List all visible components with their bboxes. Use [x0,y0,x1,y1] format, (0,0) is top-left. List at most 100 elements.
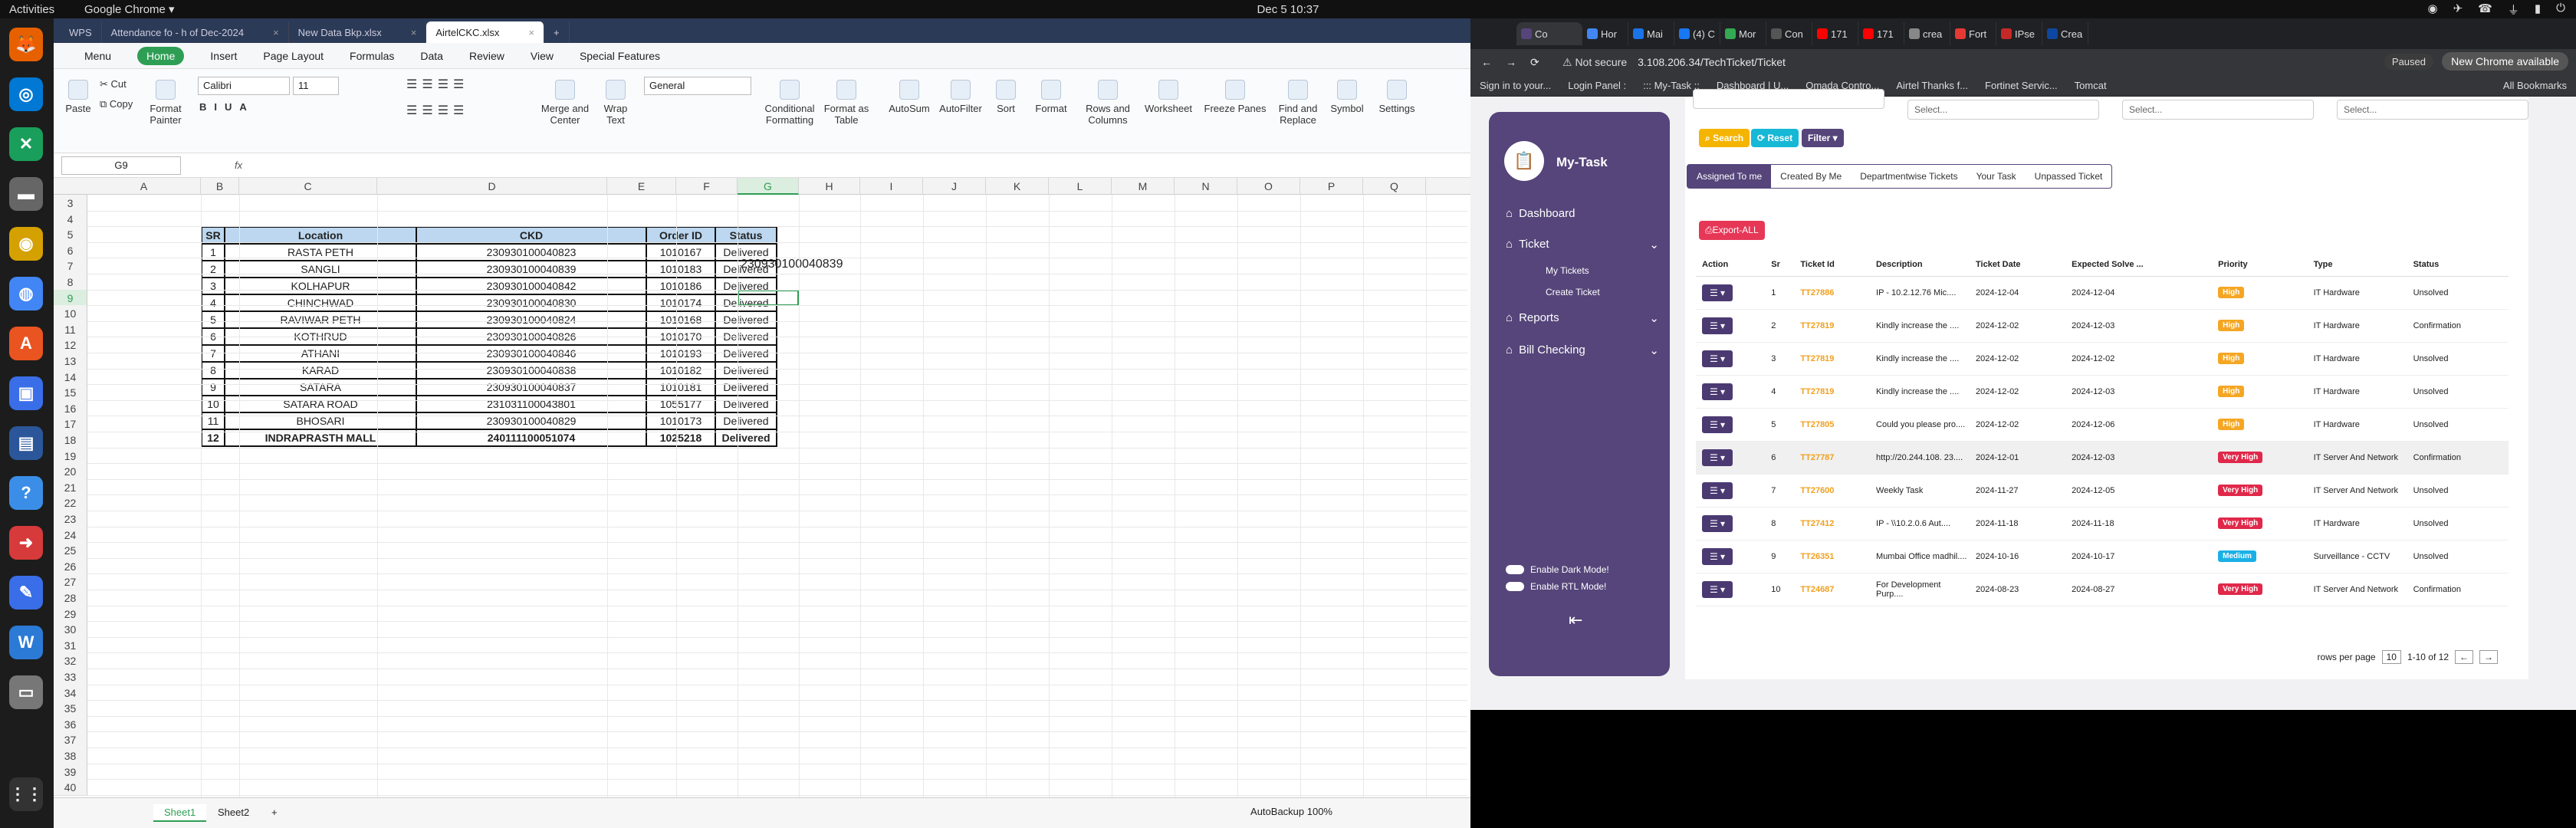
activities-button[interactable]: Activities [9,3,54,16]
dock-app-icon[interactable]: ▣ [9,376,43,410]
menu-home[interactable]: Home [137,46,185,65]
nav-buttons[interactable]: ←→⟳ [1481,56,1553,69]
row-header[interactable]: 34 [54,684,87,702]
spreadsheet-grid[interactable]: ABCDEFGHIJKLMNOPQ SR Location CKD Order ID S… [54,178,1470,797]
menu-icon[interactable]: ☰ ▾ [1702,317,1733,334]
autofilter-button[interactable]: AutoFilter [935,80,986,114]
row-header[interactable]: 4 [54,210,87,228]
chrome-tab[interactable]: 171 [1858,22,1904,45]
action-cell[interactable]: ☰ ▾ [1696,342,1766,376]
rtl-mode-toggle[interactable]: Enable RTL Mode! [1506,581,1606,592]
menu-icon[interactable]: ☰ ▾ [1702,547,1733,565]
action-cell[interactable]: ☰ ▾ [1696,408,1766,442]
dock-app-icon[interactable]: W [9,626,43,659]
ticket-row[interactable]: ☰ ▾ 2 TT27819 Kindly increase the .... 2024-… [1696,309,2509,343]
dock-app-icon[interactable]: ▬ [9,177,43,211]
table-cell[interactable]: 230930100040830 [416,294,647,313]
row-header[interactable]: 26 [54,557,87,575]
copy-button[interactable]: ⧉ Copy [100,98,133,110]
column-header[interactable]: N [1175,178,1237,195]
row-header[interactable]: 29 [54,605,87,623]
table-cell[interactable]: 1010182 [646,361,716,380]
dock-app-icon[interactable]: ◎ [9,77,43,111]
tray-icon[interactable]: ⏚ [2508,2,2519,18]
column-header[interactable]: H [799,178,860,195]
next-page-button[interactable]: → [2479,650,2498,664]
menu-icon[interactable]: ☰ ▾ [1702,449,1733,466]
system-tray[interactable]: ◉ ✈ ☎ ⏚ ▮ ⏻ [2427,2,2565,18]
row-header[interactable]: 19 [54,447,87,465]
column-header[interactable]: G [738,178,799,195]
menu-menu[interactable]: Menu [84,50,111,62]
row-header[interactable]: 7 [54,258,87,275]
ticket-id-link[interactable]: TT27819 [1794,342,1871,376]
nav-dashboard[interactable]: ⌂ Dashboard [1506,207,1575,220]
table-row[interactable]: 9 SATARA 230930100040837 1010181 Delivered [201,378,777,397]
menu-formulas[interactable]: Formulas [350,50,394,62]
ticket-tab[interactable]: Your Task [1967,165,2026,188]
dock-app-icon[interactable]: A [9,327,43,360]
format-as-table-button[interactable]: Format as Table [822,80,871,126]
nav-my-tickets[interactable]: My Tickets [1546,265,1589,276]
tray-icon[interactable]: ✈ [2453,2,2463,18]
filter-select-3[interactable]: Select... [2337,100,2528,120]
clock[interactable]: Dec 5 10:37 [1227,3,1349,16]
row-header[interactable]: 6 [54,242,87,259]
sort-button[interactable]: Sort [991,80,1021,114]
table-row[interactable]: 2 SANGLI 230930100040839 1010183 Delivered [201,260,777,279]
filter-select-2[interactable]: Select... [2122,100,2314,120]
column-header[interactable]: E [607,178,676,195]
find-replace-button[interactable]: Find and Replace [1273,80,1323,126]
font-style-buttons[interactable]: BIUA [199,101,255,113]
table-cell[interactable]: ATHANI [224,344,417,363]
dock-app-icon[interactable]: ▤ [9,426,43,460]
action-cell[interactable]: ☰ ▾ [1696,441,1766,475]
row-header[interactable]: 17 [54,416,87,433]
ticket-row[interactable]: ☰ ▾ 8 TT27412 IP - \\10.2.0.6 Aut.... 2024-1… [1696,507,2509,540]
ticket-tab[interactable]: Assigned To me [1687,165,1772,188]
row-header[interactable]: 23 [54,511,87,527]
ticket-row[interactable]: ☰ ▾ 7 TT27600 Weekly Task 2024-11-27 2024-12-… [1696,474,2509,508]
table-row[interactable]: 4 CHINCHWAD 230930100040830 1010174 Delivere… [201,294,777,313]
indent-buttons[interactable]: ☰☰☰☰ [406,103,468,118]
table-cell[interactable]: CHINCHWAD [224,294,417,313]
table-cell[interactable]: 3 [201,277,225,296]
table-cell[interactable]: 230930100040837 [416,378,647,397]
row-header[interactable]: 39 [54,763,87,780]
ticket-id-link[interactable]: TT27886 [1794,276,1871,310]
row-header[interactable]: 16 [54,399,87,417]
table-row[interactable]: 7 ATHANI 230930100040846 1010193 Delivered [201,344,777,363]
filter-button[interactable]: Filter ▾ [1802,129,1844,147]
dock-app-icon[interactable]: ▭ [9,675,43,709]
table-cell[interactable]: SATARA [224,378,417,397]
prev-page-button[interactable]: ← [2455,650,2473,664]
row-header[interactable]: 22 [54,495,87,512]
menu-icon[interactable]: ☰ ▾ [1702,481,1733,499]
column-header[interactable]: M [1112,178,1175,195]
settings-button[interactable]: Settings [1374,80,1420,114]
menu-icon[interactable]: ☰ ▾ [1702,580,1733,598]
row-header[interactable]: 40 [54,779,87,797]
row-header[interactable]: 31 [54,636,87,654]
table-cell[interactable]: 2 [201,260,225,279]
tray-icon[interactable]: ◉ [2427,2,2437,18]
action-cell[interactable]: ☰ ▾ [1696,375,1766,409]
column-header[interactable]: O [1237,178,1300,195]
table-cell[interactable]: 1010181 [646,378,716,397]
ticket-id-link[interactable]: TT27819 [1794,309,1871,343]
menu-view[interactable]: View [531,50,554,62]
dock-app-icon[interactable]: ✎ [9,576,43,610]
nav-create-ticket[interactable]: Create Ticket [1546,287,1600,297]
symbol-button[interactable]: Symbol [1326,80,1368,114]
chrome-tab[interactable]: IPse [1996,22,2042,45]
action-cell[interactable]: ☰ ▾ [1696,474,1766,508]
ticket-row[interactable]: ☰ ▾ 6 TT27787 http://20.244.108. 23.... 2024… [1696,441,2509,475]
menu-page-layout[interactable]: Page Layout [263,50,324,62]
new-tab-icon[interactable]: + [544,21,570,43]
bookmark[interactable]: Tomcat [2075,80,2107,91]
worksheet-button[interactable]: Worksheet [1141,80,1196,114]
table-cell[interactable]: 4 [201,294,225,313]
wps-tab[interactable]: WPS [60,21,102,43]
menu-data[interactable]: Data [420,50,443,62]
format-painter-button[interactable]: Format Painter [144,80,187,126]
